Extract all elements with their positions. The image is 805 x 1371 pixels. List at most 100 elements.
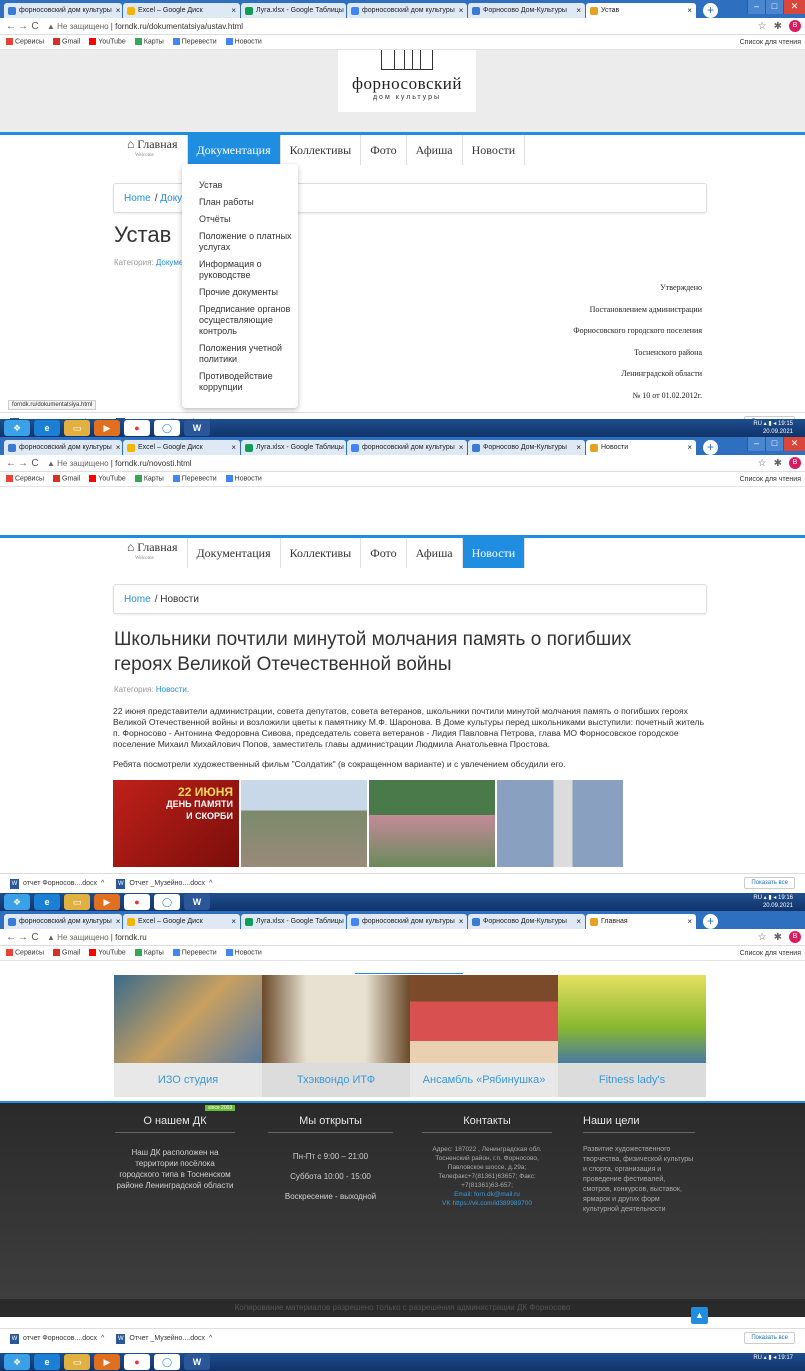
tab-active[interactable]: Новости × (586, 440, 696, 455)
star-icon[interactable]: ☆ (758, 21, 767, 32)
messenger-icon[interactable]: ◯ (154, 894, 180, 910)
tab-5[interactable]: Форносово Дом-Культуры × (468, 3, 585, 18)
close-icon[interactable]: × (572, 6, 581, 15)
tab-2[interactable]: Excel – Google Диск × (123, 914, 240, 929)
new-tab-button[interactable]: + (703, 440, 718, 455)
promo-label[interactable]: Fitness lady's (558, 1063, 706, 1097)
close-icon[interactable]: × (683, 443, 692, 452)
dropdown-item[interactable]: План работы (182, 197, 298, 214)
back-icon[interactable]: ← (5, 458, 17, 469)
vk-link[interactable]: VK https://vk.com/id389989700 (422, 1199, 552, 1208)
maximize-button[interactable]: □ (765, 0, 783, 14)
ie-icon[interactable]: e (34, 420, 60, 436)
chrome-icon[interactable]: ● (124, 420, 150, 436)
media-icon[interactable]: ▶ (94, 894, 120, 910)
start-icon[interactable]: ❖ (4, 894, 30, 910)
menu-photo[interactable]: Фото (361, 538, 407, 568)
explorer-icon[interactable]: ▭ (64, 894, 90, 910)
bookmark-youtube[interactable]: YouTube (89, 475, 126, 483)
reload-icon[interactable]: C (29, 458, 41, 469)
dropdown-item[interactable]: Прочие документы (182, 287, 298, 304)
forward-icon[interactable]: → (17, 932, 29, 943)
minimize-button[interactable]: – (747, 437, 765, 451)
bookmark-news[interactable]: Новости (225, 38, 262, 46)
download-item[interactable]: WОтчет _Музейно....docx ^ (116, 1333, 212, 1344)
word-taskbar-icon[interactable]: W (184, 894, 210, 910)
tab-1[interactable]: форносовский дом культуры × (4, 914, 122, 929)
url-field[interactable]: ▲ Не защищено | forndk.ru/dokumentatsiya… (47, 22, 243, 31)
profile-avatar[interactable]: В (789, 457, 801, 469)
tab-2[interactable]: Excel – Google Диск × (123, 440, 240, 455)
bookmark-translate[interactable]: Перевести (172, 475, 217, 483)
extensions-icon[interactable]: ✱ (774, 21, 782, 32)
dropdown-item[interactable]: Положения учетной политики (182, 343, 298, 371)
tab-2[interactable]: Excel – Google Диск × (123, 3, 240, 18)
profile-avatar[interactable]: В (789, 20, 801, 32)
bookmark-services[interactable]: Сервисы (6, 475, 44, 483)
bookmark-maps[interactable]: Карты (134, 475, 164, 483)
close-icon[interactable]: × (455, 917, 464, 926)
forward-icon[interactable]: → (17, 458, 29, 469)
media-icon[interactable]: ▶ (94, 1354, 120, 1370)
tab-3[interactable]: Луга.xlsx - Google Таблицы× (241, 3, 346, 18)
tab-1[interactable]: форносовский дом культуры × (4, 3, 122, 18)
email-link[interactable]: Email: forn.dk@mail.ru (422, 1190, 552, 1199)
tab-5[interactable]: Форносово Дом-Культуры × (468, 440, 585, 455)
tab-4[interactable]: форносовский дом культуры × (347, 3, 467, 18)
category-link[interactable]: Новости. (156, 685, 189, 694)
bookmark-translate[interactable]: Перевести (172, 38, 217, 46)
extensions-icon[interactable]: ✱ (774, 458, 782, 469)
bookmark-gmail[interactable]: Gmail (53, 38, 80, 46)
promo-image-izo[interactable] (114, 975, 262, 1063)
dropdown-item[interactable]: Отчёты (182, 214, 298, 231)
start-icon[interactable]: ❖ (4, 420, 30, 436)
word-taskbar-icon[interactable]: W (184, 420, 210, 436)
bookmark-news[interactable]: Новости (225, 949, 262, 957)
star-icon[interactable]: ☆ (758, 932, 767, 943)
close-icon[interactable]: × (227, 917, 236, 926)
reload-icon[interactable]: C (29, 932, 41, 943)
promo-label[interactable]: Тхэквондо ИТФ (262, 1063, 410, 1097)
ie-icon[interactable]: e (34, 894, 60, 910)
maximize-button[interactable]: □ (765, 437, 783, 451)
new-tab-button[interactable]: + (703, 3, 718, 18)
profile-avatar[interactable]: В (789, 931, 801, 943)
download-item[interactable]: Wотчет Форносов....docx ^ (10, 878, 104, 889)
start-icon[interactable]: ❖ (4, 1354, 30, 1370)
close-icon[interactable]: × (455, 6, 464, 15)
promo-image-ensemble[interactable] (410, 975, 558, 1063)
tab-3[interactable]: Луга.xlsx - Google Таблицы× (241, 914, 346, 929)
bookmark-services[interactable]: Сервисы (6, 38, 44, 46)
close-icon[interactable]: × (227, 6, 236, 15)
close-icon[interactable]: × (112, 6, 121, 15)
minimize-button[interactable]: – (747, 0, 765, 14)
photo-monument[interactable] (497, 780, 623, 867)
tab-4[interactable]: форносовский дом культуры × (347, 440, 467, 455)
menu-collectives[interactable]: Коллективы (281, 538, 362, 568)
media-icon[interactable]: ▶ (94, 420, 120, 436)
ie-icon[interactable]: e (34, 1354, 60, 1370)
bookmark-translate[interactable]: Перевести (172, 949, 217, 957)
bookmark-youtube[interactable]: YouTube (89, 38, 126, 46)
tab-1[interactable]: форносовский дом культуры × (4, 440, 122, 455)
promo-image-fitness[interactable] (558, 975, 706, 1063)
chrome-icon[interactable]: ● (124, 1354, 150, 1370)
messenger-icon[interactable]: ◯ (154, 420, 180, 436)
reload-icon[interactable]: C (29, 21, 41, 32)
breadcrumb-home[interactable]: Home (124, 193, 151, 204)
category-link[interactable]: Докуме (156, 258, 183, 267)
tab-5[interactable]: Форносово Дом-Культуры × (468, 914, 585, 929)
poster-image[interactable]: 22 ИЮНЯ ДЕНЬ ПАМЯТИ И СКОРБИ (113, 780, 239, 867)
bookmark-youtube[interactable]: YouTube (89, 949, 126, 957)
menu-news[interactable]: Новости (463, 135, 526, 165)
messenger-icon[interactable]: ◯ (154, 1354, 180, 1370)
close-window-button[interactable]: ✕ (783, 0, 805, 14)
reading-list[interactable]: Список для чтения (740, 950, 801, 957)
menu-photo[interactable]: Фото (361, 135, 407, 165)
menu-documentation[interactable]: Документация (188, 538, 281, 568)
close-icon[interactable]: × (112, 917, 121, 926)
bookmark-news[interactable]: Новости (225, 475, 262, 483)
menu-documentation[interactable]: Документация (187, 135, 281, 165)
bookmark-services[interactable]: Сервисы (6, 949, 44, 957)
close-window-button[interactable]: ✕ (783, 437, 805, 451)
